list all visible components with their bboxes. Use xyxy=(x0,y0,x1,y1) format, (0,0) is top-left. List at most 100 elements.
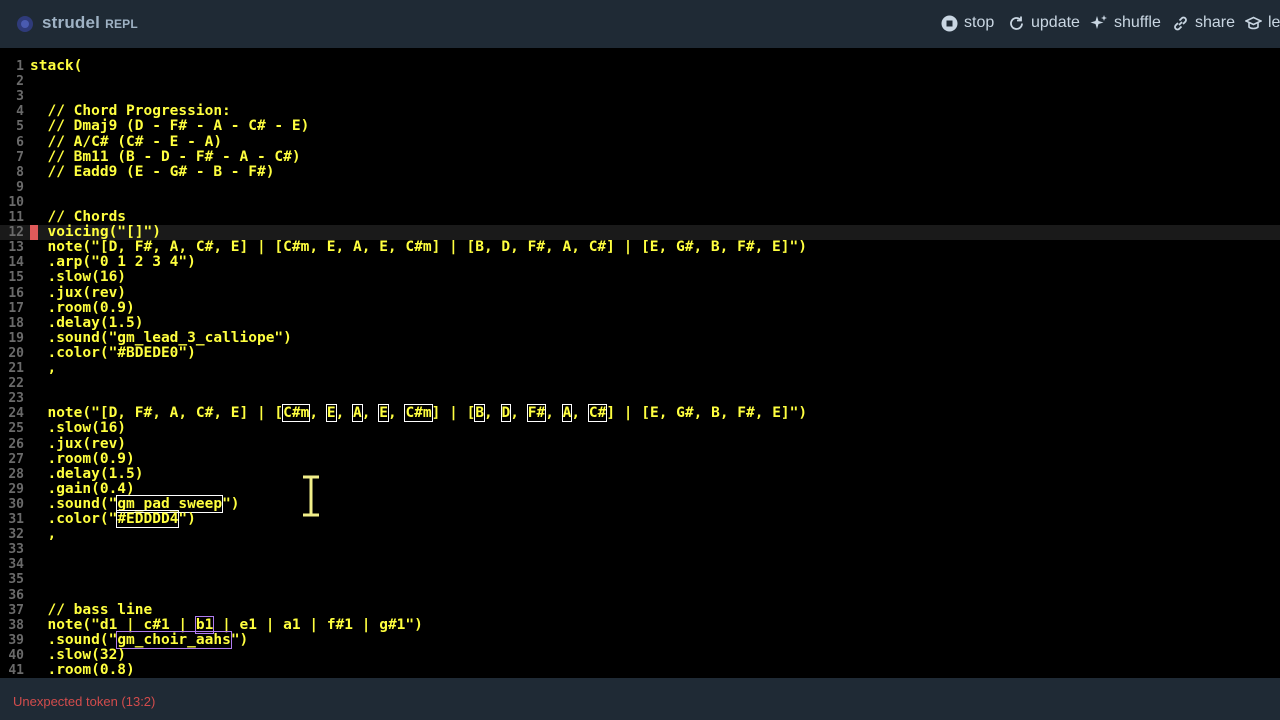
code-text[interactable]: .jux(rev) xyxy=(30,436,126,452)
code-line[interactable]: 21 , xyxy=(0,361,1280,377)
line-number: 10 xyxy=(8,194,24,210)
code-text[interactable]: , xyxy=(30,527,56,542)
code-line[interactable]: 15 .slow(16) xyxy=(0,270,1280,286)
code-text[interactable]: // Chord Progression: xyxy=(30,104,230,119)
status-bar: Unexpected token (13:2) xyxy=(0,678,1280,720)
code-text[interactable]: // Eadd9 (E - G# - B - F#) xyxy=(30,164,274,180)
code-line[interactable]: 19 .sound("gm_lead_3_calliope") xyxy=(0,330,1280,346)
graduation-cap-icon xyxy=(1245,16,1262,29)
line-number: 28 xyxy=(8,466,24,482)
code-text[interactable]: .slow(32) xyxy=(30,647,126,663)
code-text[interactable]: // A/C# (C# - E - A) xyxy=(30,134,222,150)
code-line[interactable]: 24 note("[D, F#, A, C#, E] | [C#m, E, A,… xyxy=(0,404,1280,423)
code-line[interactable]: 25 .slow(16) xyxy=(0,421,1280,437)
code-text[interactable]: , xyxy=(30,361,56,376)
code-line[interactable]: 9 xyxy=(0,180,1280,195)
code-text[interactable]: // Chords xyxy=(30,210,126,225)
code-line[interactable]: 10 xyxy=(0,195,1280,210)
line-number: 36 xyxy=(8,587,24,603)
code-line[interactable]: 2 xyxy=(0,74,1280,89)
code-text[interactable]: .room(0.8) xyxy=(30,663,134,678)
code-text[interactable]: .color("#EDDDD4") xyxy=(30,510,196,528)
code-text[interactable]: voicing("[]") xyxy=(30,225,161,240)
line-number: 8 xyxy=(16,164,24,180)
code-text[interactable]: .sound("gm_pad_sweep") xyxy=(30,494,240,513)
code-line[interactable]: 38 note("d1 | c#1 | b1 | e1 | a1 | f#1 |… xyxy=(0,615,1280,634)
code-line[interactable]: 41 .room(0.8) xyxy=(0,663,1280,679)
shuffle-label: shuffle xyxy=(1114,14,1161,31)
code-text[interactable]: .room(0.9) xyxy=(30,451,134,467)
line-number: 2 xyxy=(16,74,24,90)
code-line[interactable]: 23 xyxy=(0,391,1280,406)
code-text[interactable]: // Bm11 (B - D - F# - A - C#) xyxy=(30,149,300,165)
code-text[interactable]: .arp("0 1 2 3 4") xyxy=(30,255,195,270)
code-line[interactable]: 39 .sound("gm_choir_aahs") xyxy=(0,630,1280,649)
code-line[interactable]: 7 // Bm11 (B - D - F# - A - C#) xyxy=(0,149,1280,165)
code-line[interactable]: 18 .delay(1.5) xyxy=(0,315,1280,331)
code-text[interactable]: .delay(1.5) xyxy=(30,315,143,331)
code-line[interactable]: 5 // Dmaj9 (D - F# - A - C# - E) xyxy=(0,119,1280,135)
code-line[interactable]: 4 // Chord Progression: xyxy=(0,104,1280,120)
code-line[interactable]: 13 note("[D, F#, A, C#, E] | [C#m, E, A,… xyxy=(0,240,1280,256)
code-text[interactable]: .color("#BDEDE0") xyxy=(30,345,195,361)
line-number: 19 xyxy=(8,330,24,346)
code-line[interactable]: 12 voicing("[]") xyxy=(0,225,1280,241)
code-line[interactable]: 8 // Eadd9 (E - G# - B - F#) xyxy=(0,164,1280,180)
line-number: 26 xyxy=(8,436,24,452)
code-text[interactable]: .gain(0.4) xyxy=(30,481,134,497)
code-line[interactable]: 11 // Chords xyxy=(0,210,1280,226)
code-line[interactable]: 6 // A/C# (C# - E - A) xyxy=(0,134,1280,150)
code-line[interactable]: 22 xyxy=(0,376,1280,391)
stop-button[interactable]: stop xyxy=(941,14,994,32)
share-button[interactable]: share xyxy=(1172,14,1235,32)
line-number: 37 xyxy=(8,602,24,618)
code-text[interactable]: // Dmaj9 (D - F# - A - C# - E) xyxy=(30,119,309,134)
line-number: 3 xyxy=(16,89,24,105)
code-editor[interactable]: 1 stack(2 3 4 // Chord Progression: 5 // Dma… xyxy=(0,48,1280,678)
code-text[interactable]: .jux(rev) xyxy=(30,285,126,301)
code-line[interactable]: 28 .delay(1.5) xyxy=(0,466,1280,482)
code-text[interactable]: .slow(16) xyxy=(30,421,126,436)
code-line[interactable]: 35 xyxy=(0,572,1280,587)
code-text[interactable]: .sound("gm_choir_aahs") xyxy=(30,630,248,649)
code-line[interactable]: 3 xyxy=(0,89,1280,104)
code-line[interactable]: 40 .slow(32) xyxy=(0,647,1280,663)
brand-sub: REPL xyxy=(105,17,138,31)
code-line[interactable]: 14 .arp("0 1 2 3 4") xyxy=(0,255,1280,271)
code-text[interactable]: note("d1 | c#1 | b1 | e1 | a1 | f#1 | g#… xyxy=(30,615,423,634)
app-brand: strudel REPL xyxy=(42,13,138,33)
code-line[interactable]: 30 .sound("gm_pad_sweep") xyxy=(0,494,1280,513)
top-bar: strudel REPL stop update shuffle share l… xyxy=(0,0,1280,48)
code-line[interactable]: 29 .gain(0.4) xyxy=(0,481,1280,497)
brand-name: strudel xyxy=(42,13,101,32)
code-line[interactable]: 34 xyxy=(0,557,1280,572)
learn-button[interactable]: le xyxy=(1245,14,1280,32)
code-text[interactable]: note("[D, F#, A, C#, E] | [C#m, E, A, E,… xyxy=(30,240,807,255)
code-text[interactable]: stack( xyxy=(30,59,82,74)
code-text[interactable]: note("[D, F#, A, C#, E] | [C#m, E, A, E,… xyxy=(30,404,807,423)
line-number: 20 xyxy=(8,345,24,361)
code-line[interactable]: 37 // bass line xyxy=(0,602,1280,618)
code-line[interactable]: 26 .jux(rev) xyxy=(0,436,1280,452)
code-text[interactable]: .slow(16) xyxy=(30,270,126,285)
code-line[interactable]: 32 , xyxy=(0,527,1280,543)
share-label: share xyxy=(1195,14,1236,31)
code-line[interactable]: 33 xyxy=(0,542,1280,557)
code-line[interactable]: 16 .jux(rev) xyxy=(0,285,1280,301)
code-line[interactable]: 1 stack( xyxy=(0,59,1280,75)
line-number: 33 xyxy=(8,542,24,558)
line-number: 40 xyxy=(8,647,24,663)
code-line[interactable]: 20 .color("#BDEDE0") xyxy=(0,345,1280,361)
code-line[interactable]: 31 .color("#EDDDD4") xyxy=(0,510,1280,528)
shuffle-button[interactable]: shuffle xyxy=(1090,14,1161,32)
code-text[interactable]: .sound("gm_lead_3_calliope") xyxy=(30,330,291,346)
code-text[interactable]: .room(0.9) xyxy=(30,300,134,316)
code-text[interactable]: // bass line xyxy=(30,602,152,618)
code-line[interactable]: 27 .room(0.9) xyxy=(0,451,1280,467)
line-number: 41 xyxy=(8,663,24,678)
line-number: 17 xyxy=(8,300,24,316)
code-line[interactable]: 36 xyxy=(0,588,1280,603)
update-button[interactable]: update xyxy=(1008,14,1080,32)
code-line[interactable]: 17 .room(0.9) xyxy=(0,300,1280,316)
code-text[interactable]: .delay(1.5) xyxy=(30,466,143,482)
